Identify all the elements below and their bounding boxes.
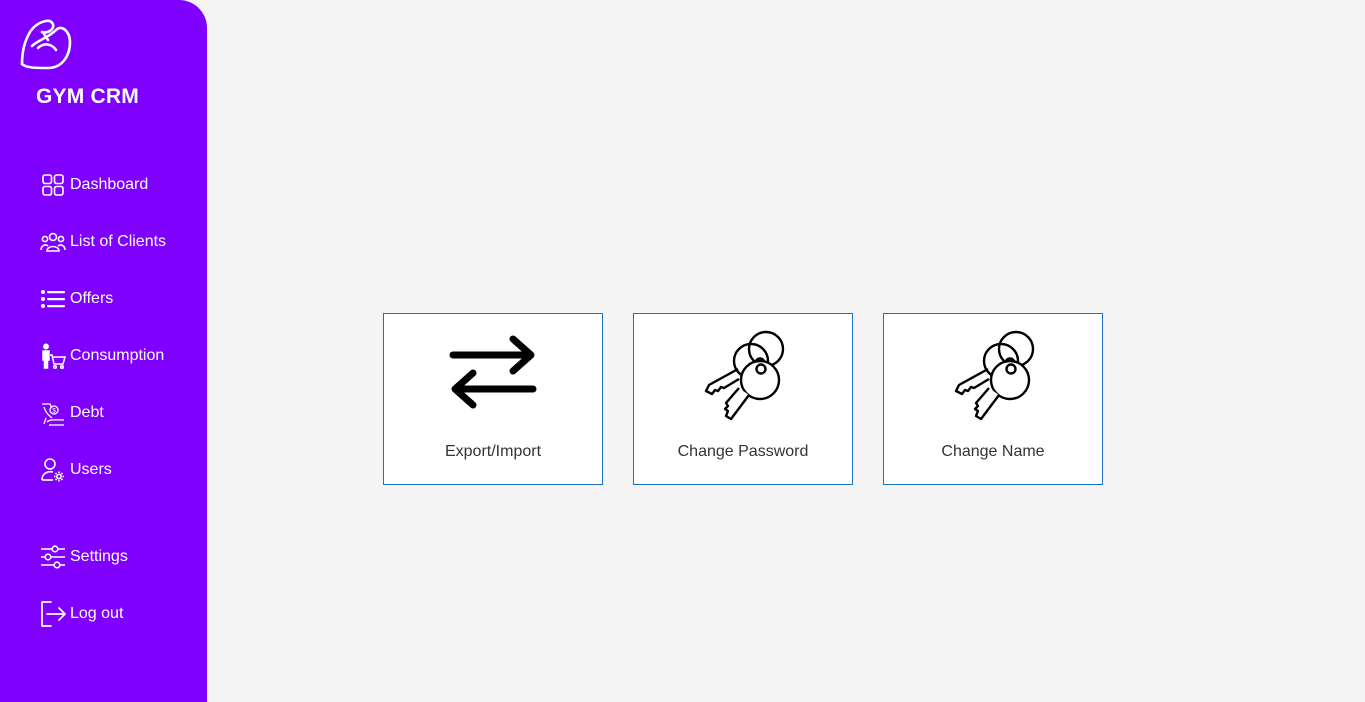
keys-icon <box>943 330 1043 421</box>
sidebar: GYM CRM Dashboard List of Clients Offers… <box>0 0 207 702</box>
sliders-icon <box>40 544 66 570</box>
list-icon <box>40 286 66 312</box>
sidebar-item-label: Consumption <box>70 347 165 364</box>
flexed-arm-icon <box>18 16 74 72</box>
sidebar-item-consumption[interactable]: Consumption <box>40 342 164 370</box>
card-label: Change Password <box>677 443 809 460</box>
app-title: GYM CRM <box>36 85 139 108</box>
sidebar-item-label: Log out <box>70 605 124 622</box>
sidebar-item-label: List of Clients <box>70 233 167 250</box>
sidebar-item-label: Debt <box>70 404 104 421</box>
sidebar-item-label: Users <box>70 461 112 478</box>
user-gear-icon <box>40 457 66 483</box>
sidebar-item-label: Settings <box>70 548 128 565</box>
change-password-card[interactable]: Change Password <box>633 313 853 485</box>
sidebar-item-list-of-clients[interactable]: List of Clients <box>40 228 166 256</box>
grid-icon <box>40 172 66 198</box>
card-label: Export/Import <box>444 443 542 460</box>
sidebar-item-settings[interactable]: Settings <box>40 543 128 571</box>
sidebar-item-log-out[interactable]: Log out <box>40 600 123 628</box>
sidebar-item-dashboard[interactable]: Dashboard <box>40 171 148 199</box>
person-cart-icon <box>40 343 66 369</box>
hand-money-icon: $ <box>40 400 66 426</box>
users-group-icon <box>40 229 66 255</box>
logout-icon <box>40 601 66 627</box>
sidebar-item-users[interactable]: Users <box>40 456 112 484</box>
app-window: GYM CRM Dashboard List of Clients Offers… <box>0 0 1365 702</box>
svg-text:$: $ <box>52 408 56 415</box>
sidebar-item-debt[interactable]: $ Debt <box>40 399 104 427</box>
change-name-card[interactable]: Change Name <box>883 313 1103 485</box>
sidebar-item-offers[interactable]: Offers <box>40 285 113 313</box>
swap-arrows-icon <box>443 332 543 412</box>
keys-icon <box>693 330 793 421</box>
sidebar-item-label: Offers <box>70 290 114 307</box>
sidebar-item-label: Dashboard <box>70 176 149 193</box>
card-label: Change Name <box>941 443 1045 460</box>
export-import-card[interactable]: Export/Import <box>383 313 603 485</box>
